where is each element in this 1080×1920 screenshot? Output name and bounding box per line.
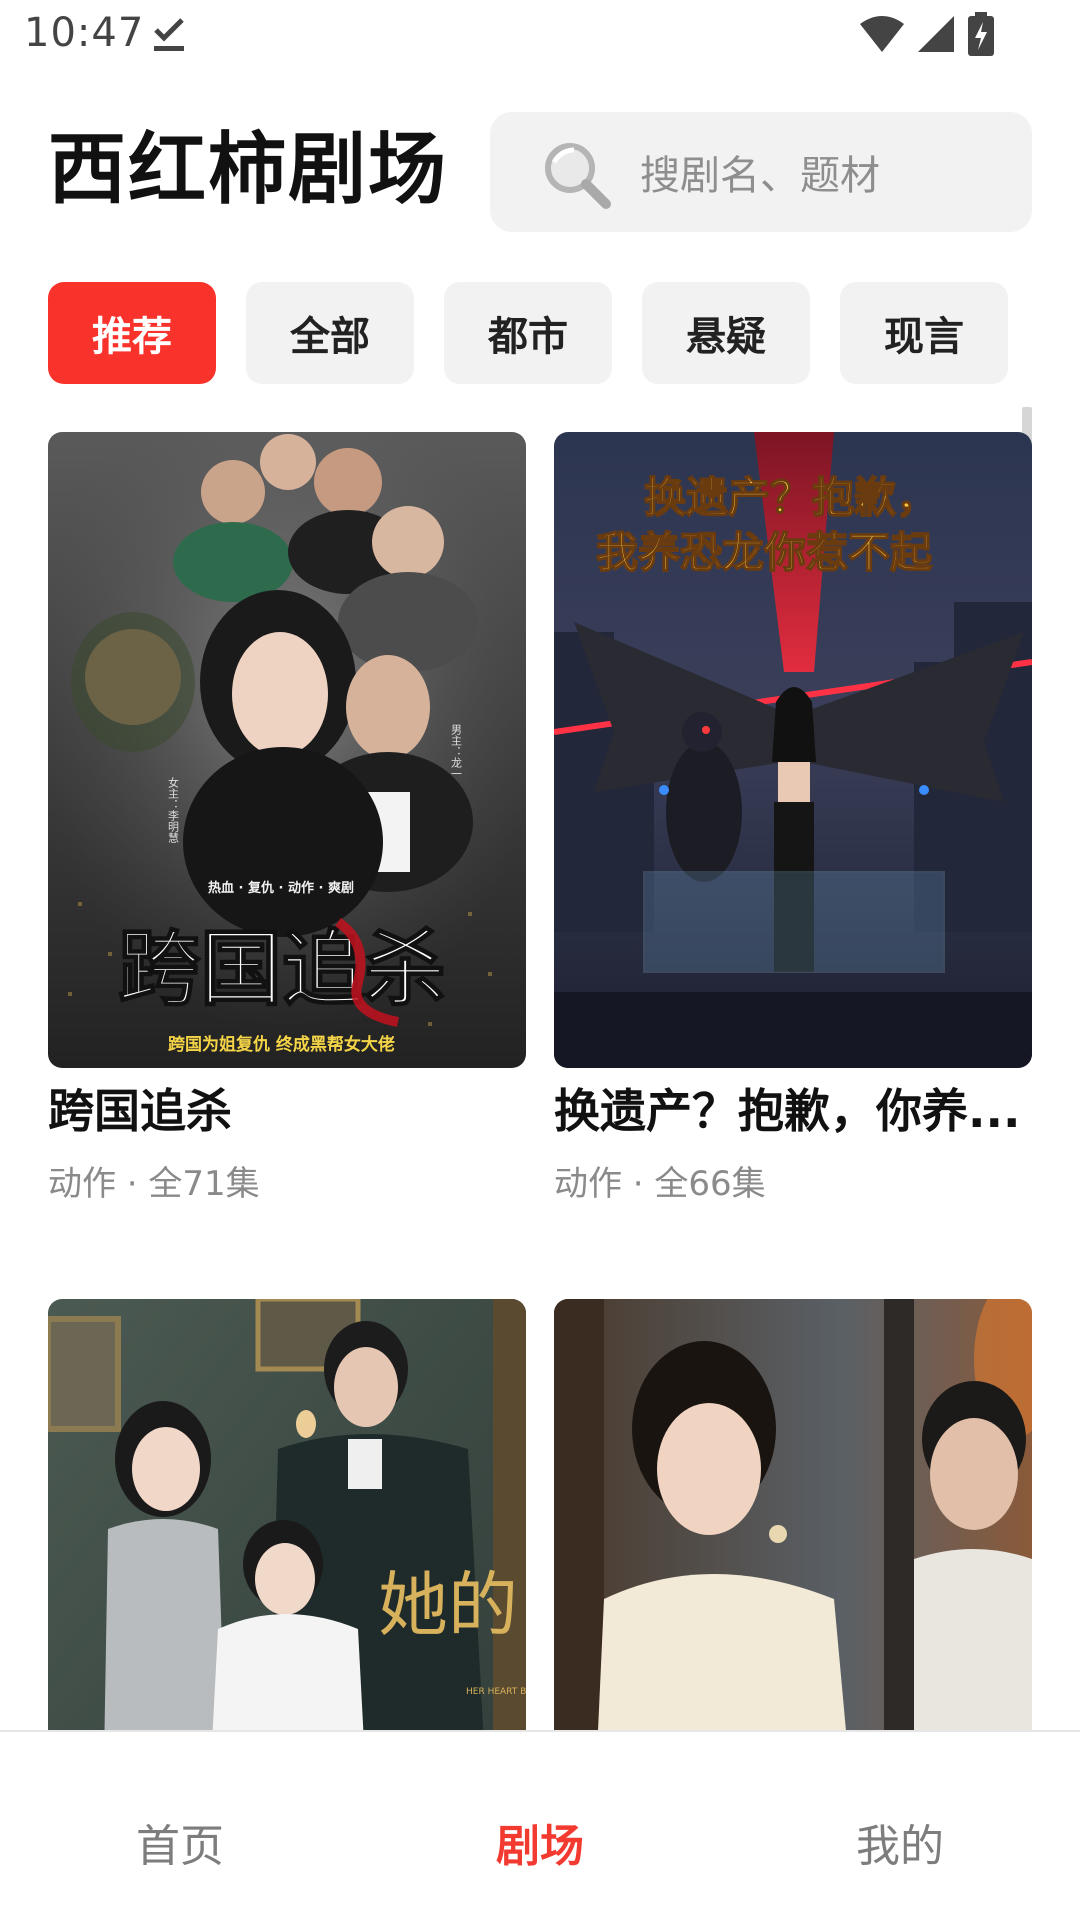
status-icons bbox=[858, 12, 996, 56]
nav-home[interactable]: 首页 bbox=[0, 1732, 360, 1920]
poster-subtitle: HER HEART BIRD bbox=[466, 1687, 526, 1697]
poster-left-credit: 女主：李明慧 bbox=[167, 776, 180, 843]
search-icon bbox=[545, 143, 611, 209]
drama-grid: 女主：李明慧 男主：龙一 热血 · 复仇 · 动作 · 爽剧 跨国追杀 跨国为姐… bbox=[48, 432, 1032, 1732]
drama-poster[interactable] bbox=[554, 1299, 1032, 1732]
download-done-icon bbox=[154, 18, 184, 51]
drama-meta: 动作 · 全71集 bbox=[48, 1163, 260, 1204]
drama-title: 换遗产？抱歉，你养... bbox=[554, 1084, 1021, 1138]
tab-suspense[interactable]: 悬疑 bbox=[642, 282, 810, 384]
poster-line1: 换遗产？抱歉， bbox=[644, 473, 938, 522]
status-time: 10:47 bbox=[24, 10, 145, 56]
poster-image: 女主：李明慧 男主：龙一 热血 · 复仇 · 动作 · 爽剧 跨国追杀 跨国为姐… bbox=[48, 432, 526, 1068]
drama-poster[interactable]: 她的 HER HEART BIRD bbox=[48, 1299, 526, 1732]
poster-right-credit: 男主：龙一 bbox=[450, 724, 463, 779]
poster-tagline: 跨国为姐复仇 终成黑帮女大佬 bbox=[168, 1034, 395, 1055]
app-title: 西红柿剧场 bbox=[48, 125, 449, 215]
drama-card[interactable] bbox=[554, 1299, 1032, 1732]
status-bar: 10:47 bbox=[0, 0, 1080, 72]
drama-meta: 动作 · 全66集 bbox=[554, 1163, 766, 1204]
nav-mine[interactable]: 我的 bbox=[720, 1732, 1080, 1920]
cellular-signal-icon bbox=[918, 16, 954, 52]
wifi-icon bbox=[860, 16, 904, 52]
tab-all[interactable]: 全部 bbox=[246, 282, 414, 384]
nav-theater[interactable]: 剧场 bbox=[360, 1732, 720, 1920]
poster-tags: 热血 · 复仇 · 动作 · 爽剧 bbox=[208, 880, 354, 896]
tab-urban[interactable]: 都市 bbox=[444, 282, 612, 384]
poster-line2: 我养恐龙你惹不起 bbox=[596, 528, 933, 577]
tab-recommended[interactable]: 推荐 bbox=[48, 282, 216, 384]
drama-poster[interactable]: 女主：李明慧 男主：龙一 热血 · 复仇 · 动作 · 爽剧 跨国追杀 跨国为姐… bbox=[48, 432, 526, 1068]
poster-title: 跨国追杀 bbox=[118, 922, 446, 1017]
search-bar[interactable]: 搜剧名、题材 bbox=[490, 112, 1032, 232]
poster-title: 她的 bbox=[378, 1564, 518, 1646]
poster-image: 她的 HER HEART BIRD bbox=[48, 1299, 526, 1732]
drama-poster[interactable]: 换遗产？抱歉， 我养恐龙你惹不起 bbox=[554, 432, 1032, 1068]
drama-title: 跨国追杀 bbox=[48, 1084, 232, 1138]
header: 西红柿剧场 搜剧名、题材 bbox=[0, 108, 1080, 233]
poster-image bbox=[554, 1299, 1032, 1732]
battery-charging-icon bbox=[968, 12, 994, 56]
category-tabs: 推荐 全部 都市 悬疑 现言 bbox=[48, 282, 1008, 384]
tab-romance[interactable]: 现言 bbox=[840, 282, 1008, 384]
drama-card[interactable]: 换遗产？抱歉， 我养恐龙你惹不起 换遗产？抱歉，你养... 动作 · 全66集 bbox=[554, 432, 1032, 1205]
poster-image: 换遗产？抱歉， 我养恐龙你惹不起 bbox=[554, 432, 1032, 1068]
drama-card[interactable]: 女主：李明慧 男主：龙一 热血 · 复仇 · 动作 · 爽剧 跨国追杀 跨国为姐… bbox=[48, 432, 526, 1205]
bottom-navigation: 首页 剧场 我的 bbox=[0, 1730, 1080, 1920]
search-placeholder: 搜剧名、题材 bbox=[640, 153, 880, 199]
drama-card[interactable]: 她的 HER HEART BIRD bbox=[48, 1299, 526, 1732]
